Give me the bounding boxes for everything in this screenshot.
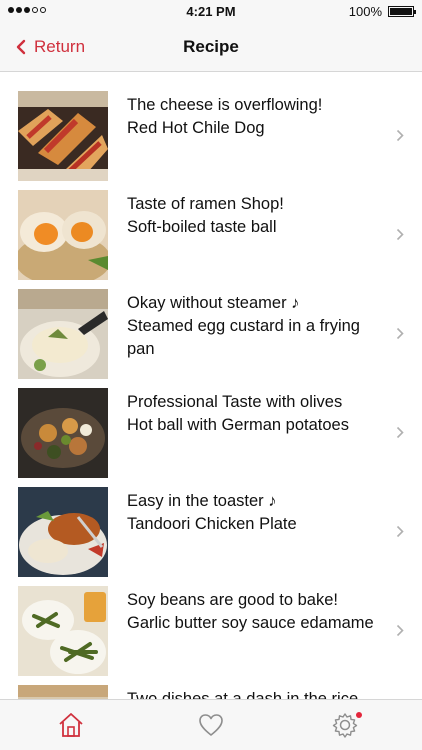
recipe-text: Easy in the toaster ♪ Tandoori Chicken P… xyxy=(127,490,377,536)
tab-favorites[interactable] xyxy=(196,710,226,740)
recipe-text: Okay without steamer ♪ Steamed egg custa… xyxy=(127,292,377,361)
tab-settings[interactable] xyxy=(330,710,362,740)
notification-badge xyxy=(356,712,362,718)
recipe-row[interactable]: Professional Taste with olives Hot ball … xyxy=(0,369,422,478)
recipe-thumbnail xyxy=(18,289,108,379)
battery-percentage: 100% xyxy=(348,4,382,19)
recipe-text: The cheese is overflowing! Red Hot Chile… xyxy=(127,94,377,140)
home-icon xyxy=(59,713,83,737)
chevron-right-icon xyxy=(396,327,404,340)
recipe-row[interactable]: Okay without steamer ♪ Steamed egg custa… xyxy=(0,270,422,379)
recipe-thumbnail xyxy=(18,388,108,478)
chevron-right-icon xyxy=(396,525,404,538)
recipe-title: Hot ball with German potatoes xyxy=(127,416,349,434)
recipe-title: Steamed egg custard in a frying pan xyxy=(127,317,360,358)
recipe-text: Taste of ramen Shop! Soft-boiled taste b… xyxy=(127,193,377,239)
recipe-row[interactable]: Two dishes at a dash in the rice xyxy=(0,666,422,700)
chevron-right-icon xyxy=(396,129,404,142)
recipe-list: The cheese is overflowing! Red Hot Chile… xyxy=(0,72,422,700)
recipe-headline: Soy beans are good to bake! xyxy=(127,591,338,609)
recipe-row[interactable]: The cheese is overflowing! Red Hot Chile… xyxy=(0,72,422,181)
chevron-right-icon xyxy=(396,624,404,637)
tab-home[interactable] xyxy=(56,710,86,740)
recipe-text: Professional Taste with olives Hot ball … xyxy=(127,391,377,437)
chevron-right-icon xyxy=(396,426,404,439)
recipe-row[interactable]: Taste of ramen Shop! Soft-boiled taste b… xyxy=(0,171,422,280)
recipe-thumbnail xyxy=(18,586,108,676)
recipe-thumbnail xyxy=(18,91,108,181)
chevron-right-icon xyxy=(396,228,404,241)
recipe-thumbnail xyxy=(18,190,108,280)
recipe-title: Garlic butter soy sauce edamame xyxy=(127,614,374,632)
status-bar: 4:21 PM 100% xyxy=(0,0,422,22)
recipe-title: Tandoori Chicken Plate xyxy=(127,515,297,533)
navigation-bar: Return Recipe xyxy=(0,22,422,72)
recipe-title: Soft-boiled taste ball xyxy=(127,218,277,236)
tab-bar xyxy=(0,699,422,750)
recipe-headline: Easy in the toaster ♪ xyxy=(127,492,277,510)
recipe-row[interactable]: Soy beans are good to bake! Garlic butte… xyxy=(0,567,422,676)
recipe-headline: Okay without steamer ♪ xyxy=(127,294,300,312)
heart-icon xyxy=(199,714,223,736)
recipe-headline: Taste of ramen Shop! xyxy=(127,195,284,213)
recipe-row[interactable]: Easy in the toaster ♪ Tandoori Chicken P… xyxy=(0,468,422,577)
recipe-headline: The cheese is overflowing! xyxy=(127,96,323,114)
recipe-headline: Professional Taste with olives xyxy=(127,393,343,411)
recipe-title: Red Hot Chile Dog xyxy=(127,119,265,137)
recipe-thumbnail xyxy=(18,685,108,700)
recipe-text: Soy beans are good to bake! Garlic butte… xyxy=(127,589,377,635)
recipe-thumbnail xyxy=(18,487,108,577)
battery-icon xyxy=(388,6,416,17)
page-title: Recipe xyxy=(183,37,239,56)
